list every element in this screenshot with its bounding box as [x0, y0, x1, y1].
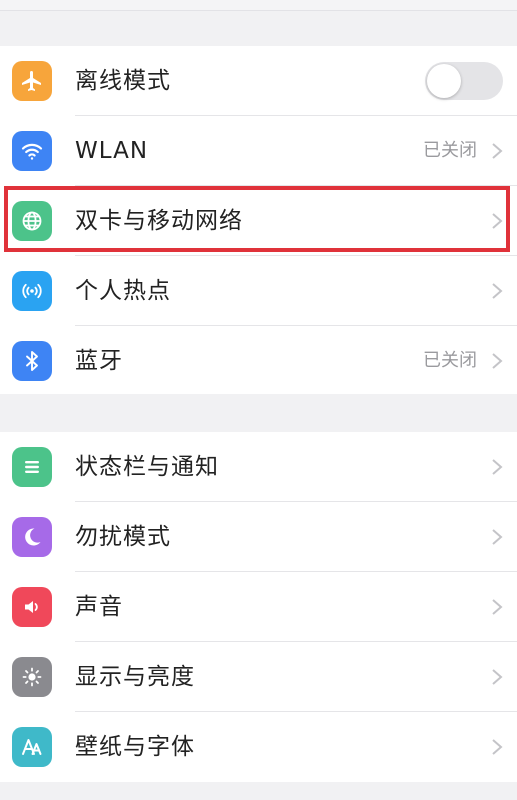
font-icon — [12, 727, 52, 767]
settings-row-label: 离线模式 — [75, 68, 171, 94]
chevron-right-icon — [492, 599, 503, 615]
settings-row-label: 双卡与移动网络 — [75, 208, 243, 234]
wifi-icon — [12, 131, 52, 171]
globe-icon — [12, 201, 52, 241]
list-icon — [12, 447, 52, 487]
settings-row-display-brightness[interactable]: 显示与亮度 — [0, 642, 517, 712]
settings-row-do-not-disturb[interactable]: 勿扰模式 — [0, 502, 517, 572]
settings-row-label: 蓝牙 — [75, 348, 123, 374]
airplane-mode-toggle[interactable] — [425, 62, 503, 100]
chevron-right-icon — [492, 529, 503, 545]
settings-row-bluetooth[interactable]: 蓝牙 已关闭 — [0, 326, 517, 396]
settings-row-hotspot[interactable]: 个人热点 — [0, 256, 517, 326]
moon-icon — [12, 517, 52, 557]
chevron-right-icon — [492, 353, 503, 369]
settings-row-label: 声音 — [75, 594, 123, 620]
hotspot-icon — [12, 271, 52, 311]
chevron-right-icon — [492, 213, 503, 229]
settings-row-sound[interactable]: 声音 — [0, 572, 517, 642]
settings-row-label: 个人热点 — [75, 278, 171, 304]
sun-icon — [12, 657, 52, 697]
settings-row-wallpaper-fonts[interactable]: 壁纸与字体 — [0, 712, 517, 782]
bluetooth-icon — [12, 341, 52, 381]
settings-group-device: 状态栏与通知 勿扰模式 声音 显示与亮度 壁纸与字体 — [0, 432, 517, 782]
settings-row-label: 壁纸与字体 — [75, 734, 195, 760]
settings-row-label: 状态栏与通知 — [75, 454, 219, 480]
toggle-knob — [427, 64, 461, 98]
settings-row-dual-sim-mobile-network[interactable]: 双卡与移动网络 — [0, 186, 517, 256]
settings-row-label: 显示与亮度 — [75, 664, 195, 690]
settings-row-airplane-mode[interactable]: 离线模式 — [0, 46, 517, 116]
settings-row-status-bar-notifications[interactable]: 状态栏与通知 — [0, 432, 517, 502]
speaker-icon — [12, 587, 52, 627]
chevron-right-icon — [492, 459, 503, 475]
airplane-icon — [12, 61, 52, 101]
wlan-status: 已关闭 — [423, 140, 477, 161]
chevron-right-icon — [492, 143, 503, 159]
chevron-right-icon — [492, 283, 503, 299]
bluetooth-status: 已关闭 — [423, 350, 477, 371]
top-divider — [0, 0, 517, 11]
chevron-right-icon — [492, 669, 503, 685]
settings-row-wlan[interactable]: WLAN 已关闭 — [0, 116, 517, 186]
settings-group-connectivity: 离线模式 WLAN 已关闭 双卡与移动网络 个人热点 蓝牙 已关闭 — [0, 46, 517, 394]
settings-row-label: 勿扰模式 — [75, 524, 171, 550]
settings-row-label: WLAN — [75, 138, 149, 164]
chevron-right-icon — [492, 739, 503, 755]
